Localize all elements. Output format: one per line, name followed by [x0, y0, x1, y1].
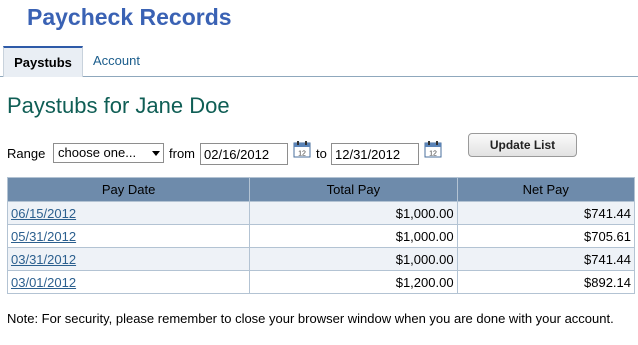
column-header-pay-date[interactable]: Pay Date — [6, 177, 251, 202]
pay-date-link[interactable]: 05/31/2012 — [11, 229, 76, 244]
to-label: to — [316, 146, 327, 161]
from-label: from — [169, 146, 195, 161]
pay-date-cell: 06/15/2012 — [6, 201, 251, 225]
pay-date-cell: 03/01/2012 — [6, 270, 251, 294]
tab-paystubs[interactable]: Paystubs — [3, 46, 83, 77]
table-row: 03/01/2012 $1,200.00 $892.14 — [6, 270, 636, 294]
range-select-value: choose one... — [58, 145, 137, 160]
update-list-button[interactable]: Update List — [468, 133, 577, 157]
range-label: Range — [7, 146, 46, 161]
calendar-icon-text: 12 — [429, 151, 437, 158]
to-date-input[interactable] — [331, 143, 419, 165]
table-header-row: Pay Date Total Pay Net Pay — [6, 177, 636, 202]
pay-date-cell: 03/31/2012 — [6, 247, 251, 271]
calendar-icon-text: 12 — [298, 151, 306, 158]
security-note: Note: For security, please remember to c… — [7, 311, 614, 326]
pay-date-link[interactable]: 03/01/2012 — [11, 275, 76, 290]
total-pay-cell: $1,000.00 — [249, 247, 458, 271]
net-pay-cell: $741.44 — [456, 247, 636, 271]
tab-account[interactable]: Account — [93, 46, 140, 76]
total-pay-cell: $1,000.00 — [249, 224, 458, 248]
total-pay-cell: $1,000.00 — [249, 201, 458, 225]
column-header-net-pay[interactable]: Net Pay — [456, 177, 636, 202]
pay-date-link[interactable]: 06/15/2012 — [11, 206, 76, 221]
from-date-input[interactable] — [200, 143, 288, 165]
tab-bar: Paystubs Account — [0, 46, 638, 77]
table-row: 03/31/2012 $1,000.00 $741.44 — [6, 247, 636, 271]
net-pay-cell: $705.61 — [456, 224, 636, 248]
calendar-icon[interactable]: 12 — [424, 140, 442, 158]
range-select[interactable]: choose one... — [53, 143, 164, 163]
paystubs-table: Pay Date Total Pay Net Pay 06/15/2012 $1… — [6, 177, 636, 294]
table-row: 05/31/2012 $1,000.00 $705.61 — [6, 224, 636, 248]
pay-date-cell: 05/31/2012 — [6, 224, 251, 248]
column-header-total-pay[interactable]: Total Pay — [249, 177, 458, 202]
total-pay-cell: $1,200.00 — [249, 270, 458, 294]
app-title: Paycheck Records — [27, 4, 232, 30]
page-title: Paystubs for Jane Doe — [7, 93, 230, 118]
pay-date-link[interactable]: 03/31/2012 — [11, 252, 76, 267]
net-pay-cell: $741.44 — [456, 201, 636, 225]
net-pay-cell: $892.14 — [456, 270, 636, 294]
calendar-icon[interactable]: 12 — [293, 140, 311, 158]
table-row: 06/15/2012 $1,000.00 $741.44 — [6, 201, 636, 225]
chevron-down-icon — [152, 151, 160, 156]
